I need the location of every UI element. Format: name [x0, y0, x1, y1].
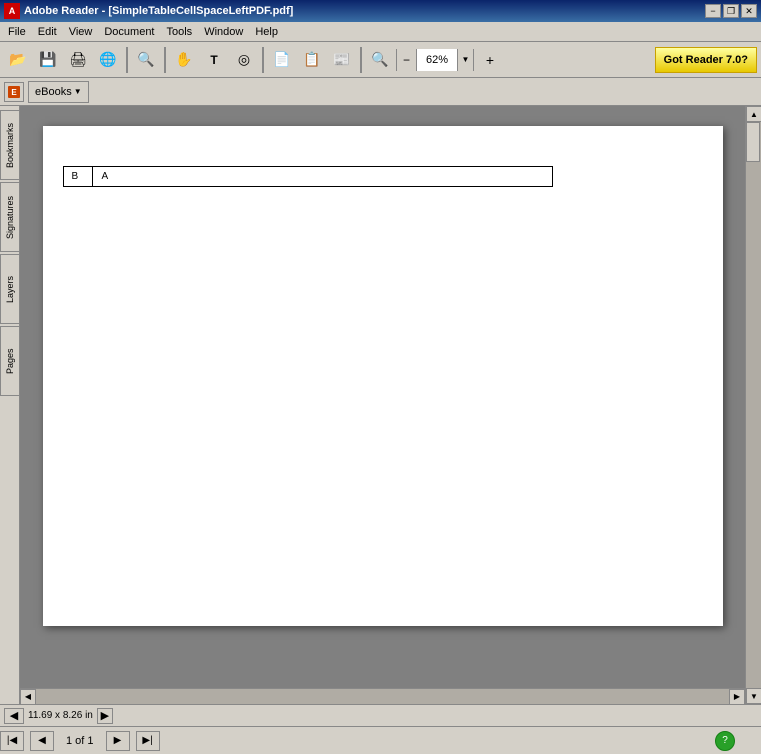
- hand-button[interactable]: ✋: [170, 46, 198, 74]
- toolbar-sep-2: [164, 47, 166, 73]
- scroll-up-button[interactable]: ▲: [746, 106, 761, 122]
- minimize-btn[interactable]: −: [705, 4, 721, 18]
- svg-text:E: E: [11, 88, 17, 97]
- status-bar: ◀ 11.69 x 8.26 in ▶: [0, 704, 761, 726]
- snapshot-button[interactable]: ◎: [230, 46, 258, 74]
- zoom-dropdown[interactable]: ▼: [457, 49, 473, 71]
- prev-page-button[interactable]: ◀: [30, 731, 54, 751]
- content-and-scroll: B A ◀ ▶ ▲ ▼: [20, 106, 761, 704]
- main-area: Bookmarks Signatures Layers Pages B A: [0, 106, 761, 704]
- page-info: 1 of 1: [60, 735, 100, 747]
- title-bar-left: A Adobe Reader - [SimpleTableCellSpaceLe…: [4, 3, 293, 19]
- first-page-button[interactable]: |◀: [0, 731, 24, 751]
- main-toolbar: 📂 💾 🖨 🌐 🔍 ✋ T ◎ 📄 📋 📰 🔍 − ▼ + Got Reader…: [0, 42, 761, 78]
- menu-edit[interactable]: Edit: [32, 24, 63, 40]
- title-bar-buttons: − ❐ ✕: [705, 4, 757, 18]
- tab-signatures[interactable]: Signatures: [0, 182, 20, 252]
- zoom-in-button[interactable]: +: [476, 46, 504, 74]
- print-button[interactable]: 🖨: [64, 46, 92, 74]
- zoom-container: − ▼: [396, 49, 474, 71]
- text-select-button[interactable]: T: [200, 46, 228, 74]
- h-scroll-right[interactable]: ▶: [729, 689, 745, 705]
- menu-document[interactable]: Document: [98, 24, 160, 40]
- tab-pages[interactable]: Pages: [0, 326, 20, 396]
- table-cell-b: B: [63, 167, 93, 187]
- help-circle-button[interactable]: ?: [715, 731, 735, 751]
- adobe-icon: A: [4, 3, 20, 19]
- toolbar-sep-4: [360, 47, 362, 73]
- ebooks-dropdown-icon: ▼: [74, 87, 82, 96]
- title-bar: A Adobe Reader - [SimpleTableCellSpaceLe…: [0, 0, 761, 22]
- save-button[interactable]: 💾: [34, 46, 62, 74]
- h-scrollbar: ◀ ▶: [20, 688, 745, 704]
- scroll-down-button[interactable]: ▼: [746, 688, 761, 704]
- menu-bar: File Edit View Document Tools Window Hel…: [0, 22, 761, 42]
- page-view-spread[interactable]: 📰: [328, 46, 356, 74]
- title-text: Adobe Reader - [SimpleTableCellSpaceLeft…: [24, 5, 293, 17]
- page-view-single[interactable]: 📄: [268, 46, 296, 74]
- ebooks-icon: E: [4, 82, 24, 102]
- got-reader-button[interactable]: Got Reader 7.0?: [655, 47, 757, 73]
- menu-view[interactable]: View: [63, 24, 99, 40]
- tab-bookmarks[interactable]: Bookmarks: [0, 110, 20, 180]
- sidebar-tabs: Bookmarks Signatures Layers Pages: [0, 106, 20, 704]
- toolbar-sep-1: [126, 47, 128, 73]
- ebooks-toolbar: E eBooks ▼: [0, 78, 761, 106]
- scroll-track[interactable]: [746, 122, 761, 688]
- h-scroll-track[interactable]: [36, 689, 729, 705]
- zoom-minus-button[interactable]: −: [397, 49, 417, 71]
- ebooks-button[interactable]: eBooks ▼: [28, 81, 89, 103]
- scroll-thumb[interactable]: [746, 122, 760, 162]
- table-cell-a: A: [93, 167, 552, 187]
- zoom-out-button[interactable]: 🔍: [366, 46, 394, 74]
- next-page-button[interactable]: ▶: [106, 731, 130, 751]
- page-view-double[interactable]: 📋: [298, 46, 326, 74]
- search-button[interactable]: 🔍: [132, 46, 160, 74]
- menu-window[interactable]: Window: [198, 24, 249, 40]
- open-button[interactable]: 📂: [4, 46, 32, 74]
- menu-tools[interactable]: Tools: [161, 24, 199, 40]
- menu-help[interactable]: Help: [249, 24, 284, 40]
- last-page-button[interactable]: ▶|: [136, 731, 160, 751]
- status-dimensions: 11.69 x 8.26 in: [28, 710, 93, 721]
- ebooks-label: eBooks: [35, 86, 72, 98]
- content-wrapper: B A ◀ ▶: [20, 106, 745, 704]
- v-scrollbar: ▲ ▼: [745, 106, 761, 704]
- menu-file[interactable]: File: [2, 24, 32, 40]
- zoom-input[interactable]: [417, 49, 457, 71]
- h-scroll-left[interactable]: ◀: [20, 689, 36, 705]
- pdf-page: B A: [43, 126, 723, 626]
- restore-btn[interactable]: ❐: [723, 4, 739, 18]
- table-row: B A: [63, 167, 552, 187]
- status-icon[interactable]: ◀: [4, 708, 24, 724]
- nav-bar: |◀ ◀ 1 of 1 ▶ ▶| ?: [0, 726, 761, 754]
- status-arrow[interactable]: ▶: [97, 708, 113, 724]
- pdf-table: B A: [63, 166, 553, 187]
- content-area[interactable]: B A: [20, 106, 745, 688]
- toolbar-sep-3: [262, 47, 264, 73]
- tab-layers[interactable]: Layers: [0, 254, 20, 324]
- close-btn[interactable]: ✕: [741, 4, 757, 18]
- email-button[interactable]: 🌐: [94, 46, 122, 74]
